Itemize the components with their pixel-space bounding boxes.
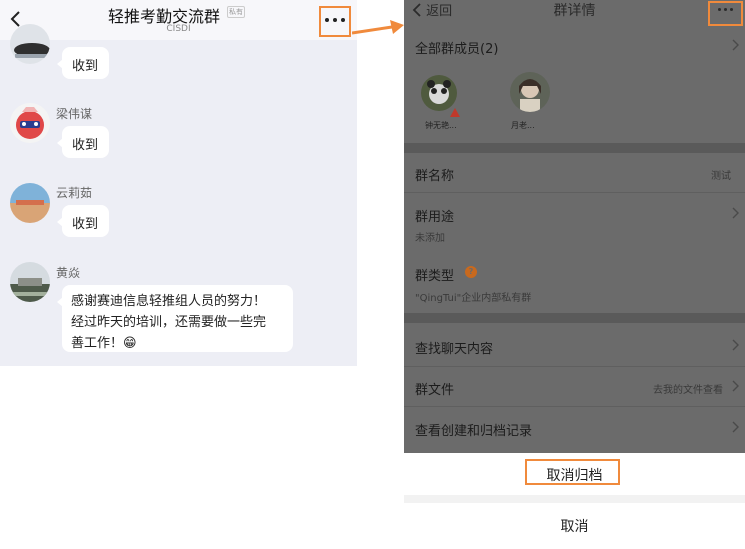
chat-subtitle: CISDI	[166, 24, 191, 34]
message-bubble[interactable]: 收到	[57, 205, 109, 237]
sender-name: 云莉茹	[56, 186, 93, 200]
message-bubble[interactable]: 感谢赛迪信息轻推组人员的努力！ 经过昨天的培训，还需要做一些完 善工作！😁	[57, 285, 293, 352]
annotation-arrow	[351, 18, 404, 42]
sender-name: 梁伟谋	[56, 107, 93, 121]
message-text: 收到	[72, 217, 99, 232]
more-button[interactable]	[319, 6, 351, 37]
member-name: 钟无艳...	[425, 121, 457, 130]
private-tag: 私有	[227, 6, 245, 18]
member-name: 月老...	[511, 121, 535, 130]
more-dots-icon	[325, 18, 347, 24]
cancel-button[interactable]: 取消	[404, 516, 745, 536]
row-divider	[404, 192, 745, 193]
help-icon[interactable]: ?	[465, 266, 477, 278]
all-members-label[interactable]: 全部群成员(2)	[415, 38, 498, 57]
member-avatar[interactable]	[510, 72, 550, 112]
message-text-line: 经过昨天的培训，还需要做一些完	[71, 315, 267, 330]
chevron-right-icon	[731, 339, 739, 354]
group-files-value: 去我的文件查看	[653, 385, 723, 396]
row-divider	[404, 366, 745, 367]
chevron-right-icon	[731, 207, 739, 222]
warning-icon	[450, 102, 460, 121]
message-bubble[interactable]: 收到	[57, 126, 109, 158]
dimmed-details: 返回 群详情 全部群成员(2) 钟无艳... 月老... 群名称 测试 群用途 …	[404, 0, 745, 453]
chevron-right-icon	[731, 421, 739, 436]
more-button[interactable]	[708, 1, 743, 26]
view-records-label[interactable]: 查看创建和归档记录	[415, 420, 532, 439]
message-bubble[interactable]: 收到	[57, 47, 109, 79]
group-name-label[interactable]: 群名称	[415, 165, 454, 184]
find-chat-label[interactable]: 查找聊天内容	[415, 338, 493, 357]
section-separator	[404, 143, 745, 153]
highlight-box	[525, 459, 620, 485]
group-type-value: "QingTui"企业内部私有群	[415, 293, 532, 304]
avatar[interactable]	[10, 103, 50, 143]
avatar[interactable]	[10, 262, 50, 302]
group-files-label[interactable]: 群文件	[415, 379, 454, 398]
avatar[interactable]	[10, 24, 50, 64]
sheet-separator	[404, 495, 745, 503]
more-dots-icon	[718, 8, 736, 12]
chevron-right-icon	[731, 380, 739, 395]
chat-screen: 轻推考勤交流群 私有 CISDI 收到 梁伟谋 收到 云莉茹 收到 黄焱 感谢赛…	[0, 0, 357, 366]
group-use-label[interactable]: 群用途	[415, 206, 454, 225]
details-title: 群详情	[553, 3, 596, 19]
sender-name: 黄焱	[56, 266, 81, 280]
message-text-line: 善工作！😁	[71, 336, 137, 351]
message-text-line: 感谢赛迪信息轻推组人员的努力！	[71, 294, 267, 309]
group-type-label[interactable]: 群类型	[415, 265, 454, 284]
chevron-right-icon	[731, 39, 739, 54]
message-text: 收到	[72, 138, 99, 153]
avatar[interactable]	[10, 183, 50, 223]
message-text: 收到	[72, 59, 99, 74]
group-details-screen: 返回 群详情 全部群成员(2) 钟无艳... 月老... 群名称 测试 群用途 …	[404, 0, 745, 549]
chat-header: 轻推考勤交流群 私有 CISDI	[0, 0, 357, 40]
section-separator	[404, 313, 745, 323]
group-use-value: 未添加	[415, 233, 445, 244]
row-divider	[404, 406, 745, 407]
group-name-value: 测试	[711, 171, 731, 182]
